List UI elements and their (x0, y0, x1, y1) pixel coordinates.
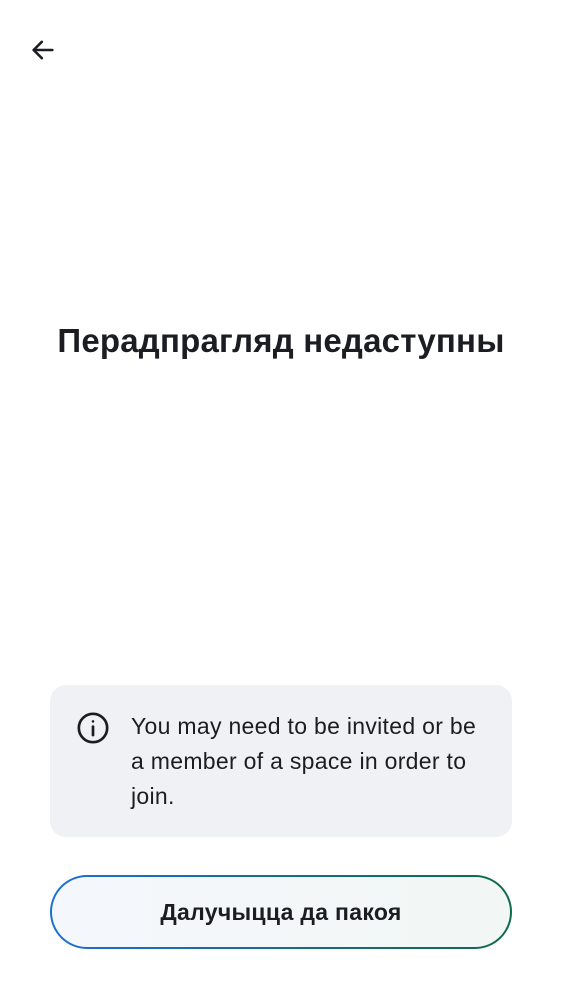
join-room-button[interactable]: Далучыцца да пакоя (50, 875, 512, 949)
arrow-left-icon (32, 40, 54, 60)
notice-text: You may need to be invited or be a membe… (131, 713, 477, 809)
page-title: Перадпрагляд недаступны (57, 322, 505, 359)
info-icon (77, 712, 109, 744)
back-button[interactable] (20, 27, 66, 73)
info-notice: You may need to be invited or be a membe… (50, 685, 512, 837)
